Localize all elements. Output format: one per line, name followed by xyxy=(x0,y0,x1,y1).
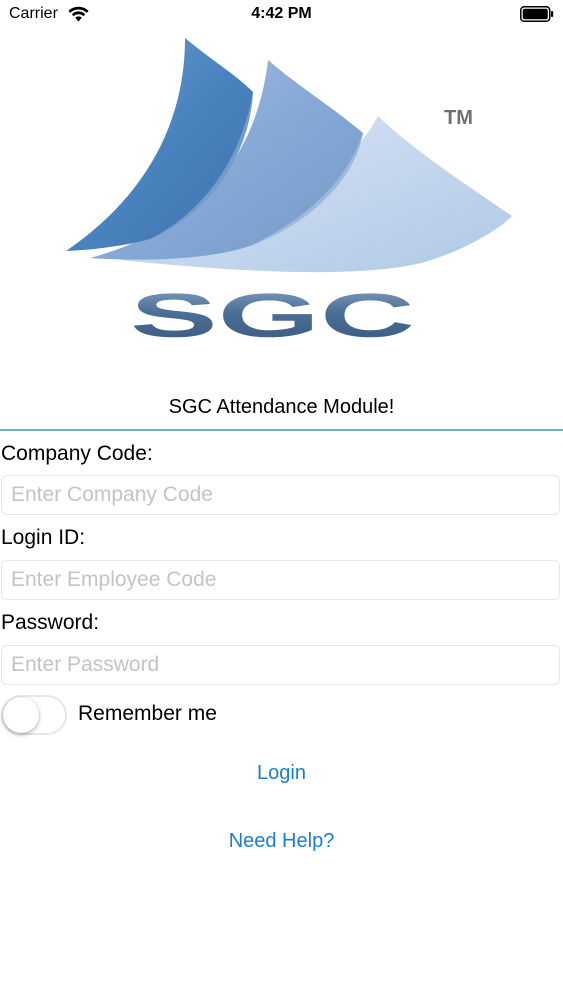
trademark-mark: TM xyxy=(444,107,473,129)
status-time: 4:42 PM xyxy=(251,5,312,22)
toggle-knob xyxy=(3,697,39,733)
company-code-label: Company Code: xyxy=(1,442,153,465)
company-code-input[interactable] xyxy=(1,475,560,515)
remember-me-toggle[interactable] xyxy=(1,695,67,735)
status-bar: Carrier 4:42 PM xyxy=(0,0,563,30)
battery-icon xyxy=(520,6,554,22)
remember-me-label: Remember me xyxy=(78,702,217,725)
app-title: SGC Attendance Module! xyxy=(168,396,395,418)
need-help-link[interactable]: Need Help? xyxy=(0,830,563,853)
login-id-label: Login ID: xyxy=(1,526,86,549)
login-button[interactable]: Login xyxy=(0,762,563,785)
password-input[interactable] xyxy=(1,645,560,685)
sgc-logo: TM SGC xyxy=(66,38,512,344)
password-label: Password: xyxy=(1,611,100,634)
logo-lettering: SGC xyxy=(130,281,415,344)
title-divider xyxy=(0,429,563,431)
login-id-input[interactable] xyxy=(1,560,560,600)
